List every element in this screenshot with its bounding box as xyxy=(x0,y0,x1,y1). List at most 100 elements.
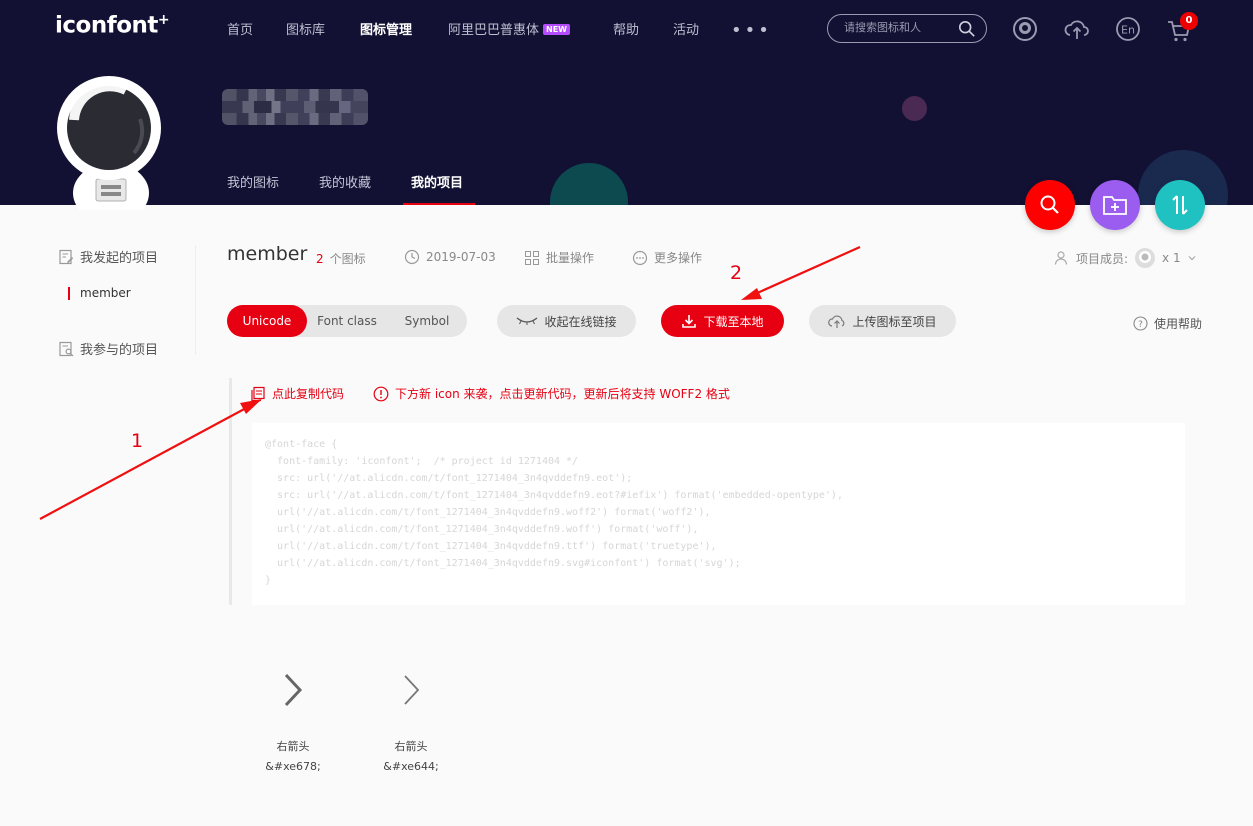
code-line: url('//at.alicdn.com/t/font_1271404_3n4q… xyxy=(265,524,699,535)
clock-icon xyxy=(404,249,420,265)
closed-eye-icon xyxy=(517,317,538,325)
header-banner: iconfont+ 首页 图标库 图标管理 阿里巴巴普惠体 NEW 帮助 活动 •… xyxy=(0,0,1253,205)
nav-icon-management[interactable]: 图标管理 xyxy=(360,19,412,38)
search-icon[interactable] xyxy=(958,20,976,38)
code-line: url('//at.alicdn.com/t/font_1271404_3n4q… xyxy=(265,541,717,552)
iconfont-logo[interactable]: iconfont+ xyxy=(55,12,170,39)
document-edit-icon xyxy=(59,249,74,264)
code-block-border xyxy=(229,378,232,605)
avatar[interactable] xyxy=(52,75,170,210)
update-notice-text: 下方新 icon 来袭，点击更新代码，更新后将支持 WOFF2 格式 xyxy=(395,387,730,401)
member-avatar xyxy=(1135,248,1156,268)
more-menu-icon[interactable]: ••• xyxy=(731,20,772,41)
icon-count: 2 个图标 xyxy=(316,250,366,267)
project-title: member xyxy=(227,243,308,265)
language-icon[interactable]: En xyxy=(1115,16,1141,42)
add-folder-fab-button[interactable] xyxy=(1090,180,1140,230)
nav-help[interactable]: 帮助 xyxy=(613,19,639,38)
font-face-code-block[interactable]: @font-face { font-family: 'iconfont'; /*… xyxy=(252,423,1185,605)
code-line: font-family: 'iconfont'; /* project id 1… xyxy=(265,456,579,467)
nav-puhui-font[interactable]: 阿里巴巴普惠体 NEW xyxy=(448,19,570,38)
cart-count-badge: 0 xyxy=(1180,12,1198,30)
download-local-button[interactable]: 下载至本地 xyxy=(661,305,784,337)
upload-to-project-button[interactable]: 上传图标至项目 xyxy=(809,305,956,337)
active-tab-underline xyxy=(403,203,475,205)
sort-arrows-icon xyxy=(1172,195,1188,215)
chevron-down-icon xyxy=(1188,256,1196,261)
icon-card[interactable]: 右箭头 &#xe678; xyxy=(248,660,338,773)
svg-text:?: ? xyxy=(1138,320,1143,330)
project-date-value: 2019-07-03 xyxy=(426,250,496,264)
code-line: src: url('//at.alicdn.com/t/font_1271404… xyxy=(265,490,843,501)
members-count: x 1 xyxy=(1162,251,1181,265)
annotation-label-2: 2 xyxy=(730,262,743,284)
copy-icon xyxy=(251,386,265,401)
code-line: } xyxy=(265,575,272,586)
folder-add-icon xyxy=(1103,196,1127,215)
upload-label: 上传图标至项目 xyxy=(852,314,937,329)
chevron-right-thin-icon xyxy=(404,675,420,705)
sidebar-participated-label: 我参与的项目 xyxy=(80,343,159,358)
logo-text: iconfont xyxy=(55,12,158,39)
collapse-online-link-button[interactable]: 收起在线链接 xyxy=(497,305,636,337)
sidebar-project-member[interactable]: member xyxy=(68,287,131,300)
warning-circle-icon xyxy=(373,386,389,401)
icon-card[interactable]: 右箭头 &#xe644; xyxy=(366,660,456,773)
more-operations-label: 更多操作 xyxy=(654,251,703,265)
help-link[interactable]: ? 使用帮助 xyxy=(1133,315,1202,332)
icon-count-number: 2 xyxy=(316,252,324,266)
username-blurred xyxy=(222,89,368,125)
annotation-arrow-1 xyxy=(39,406,249,520)
icon-count-unit: 个图标 xyxy=(329,252,366,266)
logo-mark: + xyxy=(157,12,170,28)
download-label: 下载至本地 xyxy=(703,314,764,329)
language-label: En xyxy=(1121,24,1135,37)
decorative-circle xyxy=(550,163,628,205)
batch-operation-label: 批量操作 xyxy=(546,251,595,265)
members-label: 项目成员: xyxy=(1076,251,1129,266)
project-date: 2019-07-03 xyxy=(404,249,496,265)
subnav-my-favorites[interactable]: 我的收藏 xyxy=(319,172,371,191)
collapse-link-label: 收起在线链接 xyxy=(544,314,617,329)
sort-fab-button[interactable] xyxy=(1155,180,1205,230)
annotation-arrow-2 xyxy=(754,245,861,296)
icon-unicode: &#xe678; xyxy=(265,760,321,773)
copy-code-button[interactable]: 点此复制代码 xyxy=(250,385,344,402)
chevron-right-bold-icon xyxy=(284,673,303,707)
search-fab-button[interactable] xyxy=(1025,180,1075,230)
tab-font-class[interactable]: Font class xyxy=(307,305,387,337)
copy-code-label: 点此复制代码 xyxy=(272,387,345,401)
more-circle-icon xyxy=(632,250,648,265)
icon-name: 右箭头 xyxy=(276,740,310,753)
project-members[interactable]: 项目成员: x 1 xyxy=(1054,247,1197,269)
subnav-my-icons[interactable]: 我的图标 xyxy=(227,172,279,191)
user-avatar-icon[interactable] xyxy=(1012,16,1038,42)
code-line: url('//at.alicdn.com/t/font_1271404_3n4q… xyxy=(265,558,741,569)
nav-activity[interactable]: 活动 xyxy=(673,19,699,38)
nav-puhui-label: 阿里巴巴普惠体 xyxy=(448,23,540,38)
upload-cloud-icon[interactable] xyxy=(1064,16,1090,42)
question-circle-icon: ? xyxy=(1133,316,1148,331)
sidebar-initiated-projects[interactable]: 我发起的项目 xyxy=(58,247,158,266)
new-badge: NEW xyxy=(543,24,570,35)
sidebar-participated-projects[interactable]: 我参与的项目 xyxy=(58,339,158,358)
arrowhead-2 xyxy=(741,288,762,300)
code-format-tabs: Unicode Font class Symbol xyxy=(227,305,467,337)
code-line: @font-face { xyxy=(265,439,338,450)
search-box[interactable] xyxy=(827,14,987,43)
more-operations-button[interactable]: 更多操作 xyxy=(632,249,702,266)
sidebar-initiated-label: 我发起的项目 xyxy=(80,251,159,266)
subnav-my-projects[interactable]: 我的项目 xyxy=(411,172,463,191)
icon-name: 右箭头 xyxy=(394,740,428,753)
nav-icon-library[interactable]: 图标库 xyxy=(286,19,325,38)
download-icon xyxy=(682,315,697,328)
nav-home[interactable]: 首页 xyxy=(227,19,253,38)
tab-symbol[interactable]: Symbol xyxy=(387,305,467,337)
search-icon xyxy=(1040,195,1059,214)
batch-operation-button[interactable]: 批量操作 xyxy=(524,249,594,266)
annotation-label-1: 1 xyxy=(131,430,144,452)
tab-unicode[interactable]: Unicode xyxy=(227,305,307,337)
grid-icon xyxy=(525,250,539,265)
update-notice[interactable]: 下方新 icon 来袭，点击更新代码，更新后将支持 WOFF2 格式 xyxy=(373,385,730,402)
search-input[interactable] xyxy=(844,21,954,34)
